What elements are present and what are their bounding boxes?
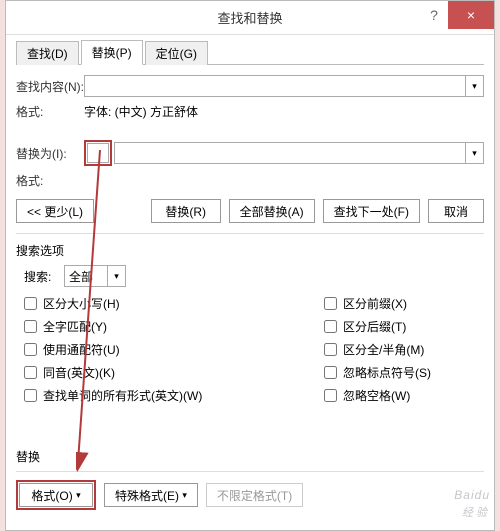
check-label: 忽略空格(W) bbox=[343, 387, 410, 404]
check-label: 区分大小写(H) bbox=[43, 295, 120, 312]
search-scope-label: 搜索: bbox=[24, 268, 64, 285]
checkbox[interactable] bbox=[24, 366, 37, 379]
check-label: 区分前缀(X) bbox=[343, 295, 407, 312]
check-whole-word[interactable]: 全字匹配(Y) bbox=[24, 318, 324, 335]
search-scope-dropdown[interactable]: ▾ bbox=[108, 265, 126, 287]
checkbox[interactable] bbox=[24, 320, 37, 333]
dialog-title: 查找和替换 bbox=[217, 8, 282, 27]
format-button-highlight: 格式(O) ▾ bbox=[16, 480, 96, 510]
tab-find[interactable]: 查找(D) bbox=[16, 41, 79, 65]
format-button[interactable]: 格式(O) ▾ bbox=[19, 483, 93, 507]
check-match-case[interactable]: 区分大小写(H) bbox=[24, 295, 324, 312]
check-all-word-forms[interactable]: 查找单词的所有形式(英文)(W) bbox=[24, 387, 324, 404]
check-label: 使用通配符(U) bbox=[43, 341, 120, 358]
replace-format-label: 格式: bbox=[16, 172, 84, 189]
close-button[interactable]: × bbox=[448, 1, 494, 29]
find-content-input[interactable] bbox=[84, 75, 466, 97]
cancel-button[interactable]: 取消 bbox=[428, 199, 484, 223]
checkbox[interactable] bbox=[24, 389, 37, 402]
replace-input-highlight bbox=[84, 140, 112, 166]
find-content-dropdown[interactable]: ▾ bbox=[466, 75, 484, 97]
check-wildcards[interactable]: 使用通配符(U) bbox=[24, 341, 324, 358]
tab-goto[interactable]: 定位(G) bbox=[145, 41, 208, 65]
tab-replace[interactable]: 替换(P) bbox=[81, 40, 143, 65]
checkbox[interactable] bbox=[24, 343, 37, 356]
checkbox[interactable] bbox=[324, 343, 337, 356]
check-label: 区分后缀(T) bbox=[343, 318, 406, 335]
chevron-down-icon: ▾ bbox=[76, 490, 81, 501]
less-button[interactable]: << 更少(L) bbox=[16, 199, 94, 223]
check-label: 忽略标点符号(S) bbox=[343, 364, 431, 381]
replace-with-input-hl[interactable] bbox=[87, 143, 109, 163]
check-match-prefix[interactable]: 区分前缀(X) bbox=[324, 295, 484, 312]
no-format-button[interactable]: 不限定格式(T) bbox=[206, 483, 303, 507]
check-label: 同音(英文)(K) bbox=[43, 364, 115, 381]
replace-button[interactable]: 替换(R) bbox=[151, 199, 221, 223]
check-label: 区分全/半角(M) bbox=[343, 341, 424, 358]
help-button[interactable]: ? bbox=[416, 1, 452, 29]
check-full-half-width[interactable]: 区分全/半角(M) bbox=[324, 341, 484, 358]
find-format-label: 格式: bbox=[16, 103, 84, 120]
checkbox[interactable] bbox=[324, 320, 337, 333]
replace-with-dropdown[interactable]: ▾ bbox=[466, 142, 484, 164]
replace-with-label: 替换为(I): bbox=[16, 145, 84, 162]
chevron-down-icon: ▾ bbox=[182, 490, 187, 501]
special-format-button[interactable]: 特殊格式(E) ▾ bbox=[104, 483, 198, 507]
chevron-down-icon: ▾ bbox=[114, 271, 119, 282]
search-scope-select[interactable] bbox=[64, 265, 108, 287]
check-label: 查找单词的所有形式(英文)(W) bbox=[43, 387, 202, 404]
checkbox[interactable] bbox=[324, 366, 337, 379]
find-next-button[interactable]: 查找下一处(F) bbox=[323, 199, 420, 223]
replace-with-input[interactable] bbox=[114, 142, 466, 164]
check-match-suffix[interactable]: 区分后缀(T) bbox=[324, 318, 484, 335]
replace-all-button[interactable]: 全部替换(A) bbox=[229, 199, 315, 223]
check-ignore-punct[interactable]: 忽略标点符号(S) bbox=[324, 364, 484, 381]
chevron-down-icon: ▾ bbox=[472, 81, 477, 92]
find-format-value: 字体: (中文) 方正舒体 bbox=[84, 103, 198, 120]
check-sounds-like[interactable]: 同音(英文)(K) bbox=[24, 364, 324, 381]
search-options-heading: 搜索选项 bbox=[16, 242, 484, 259]
checkbox[interactable] bbox=[324, 389, 337, 402]
check-label: 全字匹配(Y) bbox=[43, 318, 107, 335]
checkbox[interactable] bbox=[324, 297, 337, 310]
find-content-label: 查找内容(N): bbox=[16, 78, 84, 95]
replace-section-heading: 替换 bbox=[16, 448, 484, 465]
checkbox[interactable] bbox=[24, 297, 37, 310]
check-ignore-space[interactable]: 忽略空格(W) bbox=[324, 387, 484, 404]
chevron-down-icon: ▾ bbox=[472, 148, 477, 159]
